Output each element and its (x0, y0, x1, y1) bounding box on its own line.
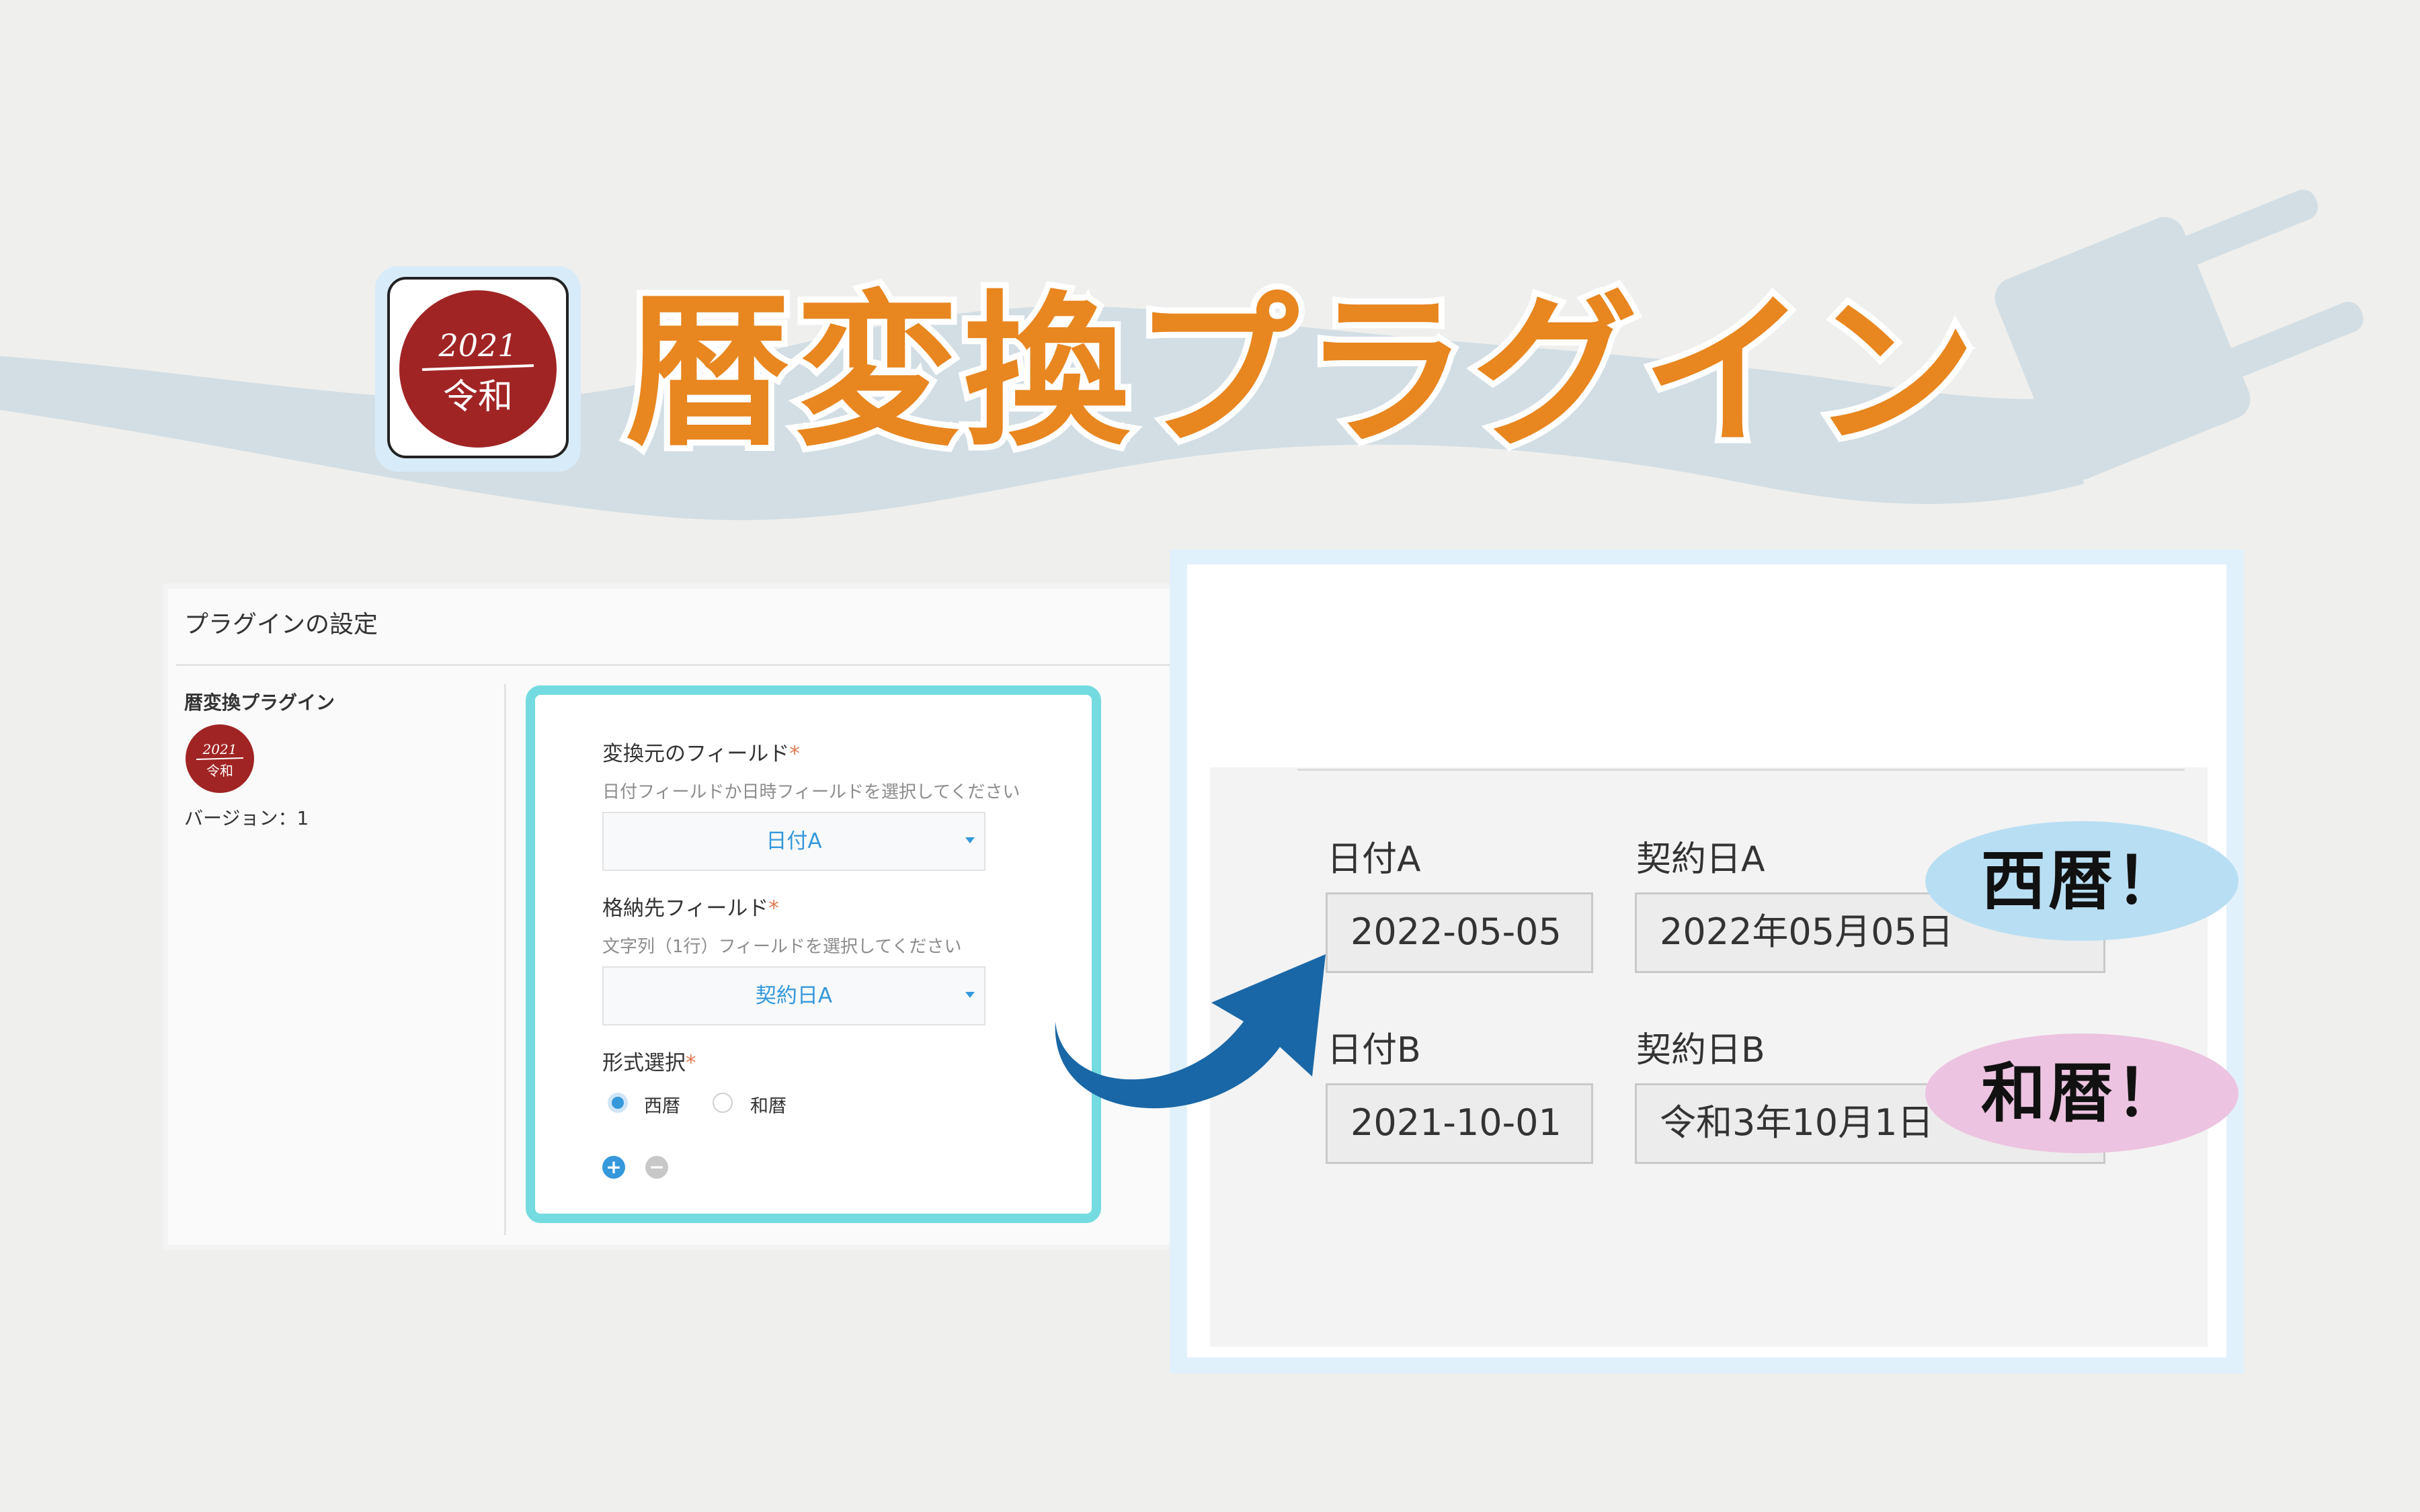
plugin-name: 暦変換プラグイン (184, 691, 335, 714)
settings-header: プラグインの設定 (184, 611, 378, 638)
caret-down-icon (965, 837, 975, 843)
contract-a-label: 契約日A (1636, 839, 1765, 880)
date-a-label: 日付A (1327, 839, 1421, 880)
plugin-icon: 2021 令和 (186, 724, 254, 793)
seal-era: 令和 (443, 377, 513, 417)
target-field-label-text: 格納先フィールド (602, 896, 769, 921)
radio-wareki-label[interactable]: 和暦 (750, 1091, 787, 1118)
radio-wareki[interactable] (713, 1093, 733, 1113)
date-b-value: 2021-10-01 (1326, 1083, 1593, 1164)
source-field-select[interactable]: 日付A (602, 812, 985, 871)
required-mark: * (789, 742, 800, 766)
plugin-version: バージョン：1 (184, 807, 309, 829)
source-field-hint: 日付フィールドか日時フィールドを選択してください (602, 782, 1020, 802)
contract-b-label: 契約日B (1636, 1030, 1765, 1070)
source-field-label-text: 変換元のフィールド (602, 742, 790, 766)
remove-row-button[interactable]: − (645, 1156, 668, 1179)
app-icon-seal: 2021 令和 (399, 290, 557, 448)
plugin-icon-era: 令和 (206, 763, 233, 779)
target-field-select[interactable]: 契約日A (602, 966, 985, 1025)
seireki-callout: 西暦！ (1925, 821, 2238, 941)
target-field-selected: 契約日A (755, 984, 833, 1008)
format-label: 形式選択* (602, 1046, 696, 1076)
radio-seireki-label[interactable]: 西暦 (644, 1091, 680, 1118)
date-a-value: 2022-05-05 (1326, 892, 1593, 973)
required-mark: * (768, 896, 779, 921)
page-title: 暦変換プラグイン (619, 271, 1982, 475)
radio-seireki[interactable] (608, 1093, 628, 1113)
add-row-button[interactable]: + (602, 1156, 625, 1179)
plugin-icon-year: 2021 (202, 741, 237, 757)
settings-divider (176, 664, 1178, 666)
arrow-shape (1055, 954, 1326, 1109)
curved-arrow-icon (1055, 954, 1326, 1109)
caret-down-icon (965, 992, 975, 998)
record-divider (1297, 769, 2185, 771)
source-field-label: 変換元のフィールド* (602, 737, 800, 767)
wareki-callout: 和暦！ (1925, 1034, 2238, 1153)
required-mark: * (686, 1051, 696, 1075)
seal-art: 2021 令和 (421, 327, 534, 417)
target-field-label: 格納先フィールド* (602, 891, 779, 921)
source-field-selected: 日付A (766, 829, 822, 853)
seal-year: 2021 (438, 327, 517, 364)
target-field-hint: 文字列（1行）フィールドを選択してください (602, 937, 962, 957)
app-icon: 2021 令和 (387, 277, 569, 458)
format-label-text: 形式選択 (602, 1051, 686, 1075)
plugin-icon-art: 2021 令和 (196, 741, 244, 779)
settings-vertical-divider (504, 684, 506, 1235)
